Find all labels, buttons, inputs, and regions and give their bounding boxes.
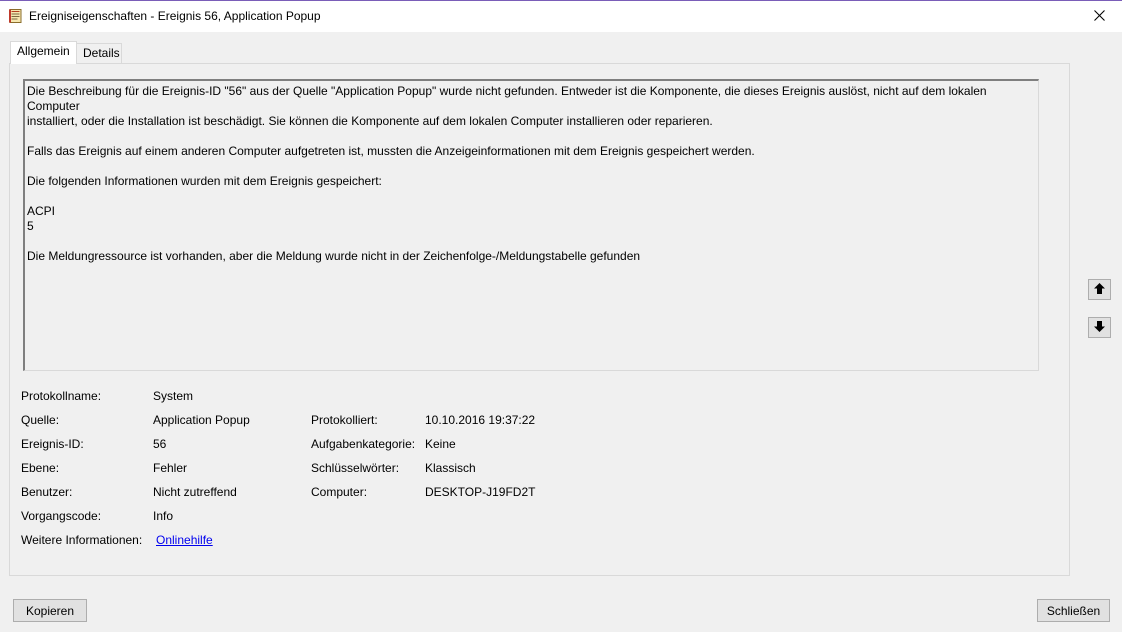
source-value: Application Popup [153, 413, 250, 427]
event-properties-grid: Protokollname: System Quelle: Applicatio… [21, 388, 1061, 568]
event-id-label: Ereignis-ID: [21, 437, 84, 451]
arrow-up-icon [1093, 282, 1106, 298]
window-title: Ereigniseigenschaften - Ereignis 56, App… [29, 9, 321, 23]
description-line: Falls das Ereignis auf einem anderen Com… [27, 144, 755, 158]
logged-label: Protokolliert: [311, 413, 378, 427]
description-line: installiert, oder die Installation ist b… [27, 114, 713, 128]
previous-event-button[interactable] [1088, 279, 1111, 300]
title-bar: Ereigniseigenschaften - Ereignis 56, App… [0, 1, 1122, 32]
log-name-label: Protokollname: [21, 389, 102, 403]
user-label: Benutzer: [21, 485, 73, 499]
copy-button[interactable]: Kopieren [13, 599, 87, 622]
description-line: Die Meldungressource ist vorhanden, aber… [27, 249, 641, 263]
opcode-label: Vorgangscode: [21, 509, 102, 523]
general-tab-panel: Die Beschreibung für die Ereignis-ID "56… [9, 63, 1070, 576]
online-help-link[interactable]: Onlinehilfe [156, 533, 213, 548]
user-value: Nicht zutreffend [153, 485, 237, 499]
close-icon [1093, 9, 1105, 24]
opcode-value: Info [153, 509, 174, 523]
event-description-textbox[interactable]: Die Beschreibung für die Ereignis-ID "56… [23, 79, 1039, 371]
task-category-value: Keine [425, 437, 456, 451]
close-button[interactable]: Schließen [1037, 599, 1110, 622]
task-category-label: Aufgabenkategorie: [311, 437, 416, 451]
description-line: ACPI [27, 204, 56, 218]
event-id-value: 56 [153, 437, 167, 451]
more-info-label: Weitere Informationen: [21, 533, 143, 547]
level-label: Ebene: [21, 461, 60, 475]
arrow-down-icon [1093, 320, 1106, 336]
event-log-icon [9, 9, 22, 23]
description-line: 5 [27, 219, 34, 233]
keywords-value: Klassisch [425, 461, 476, 475]
level-value: Fehler [153, 461, 188, 475]
computer-label: Computer: [311, 485, 368, 499]
description-line: Die folgenden Informationen wurden mit d… [27, 174, 382, 188]
tab-details[interactable]: Details [77, 43, 122, 63]
computer-value: DESKTOP-J19FD2T [425, 485, 536, 499]
keywords-label: Schlüsselwörter: [311, 461, 400, 475]
next-event-button[interactable] [1088, 317, 1111, 338]
description-line: Die Beschreibung für die Ereignis-ID "56… [27, 84, 987, 113]
log-name-value: System [153, 389, 194, 403]
tab-allgemein[interactable]: Allgemein [10, 41, 77, 64]
event-properties-window: Ereigniseigenschaften - Ereignis 56, App… [0, 0, 1122, 632]
close-window-button[interactable] [1076, 1, 1122, 32]
source-label: Quelle: [21, 413, 60, 427]
logged-value: 10.10.2016 19:37:22 [425, 413, 536, 427]
